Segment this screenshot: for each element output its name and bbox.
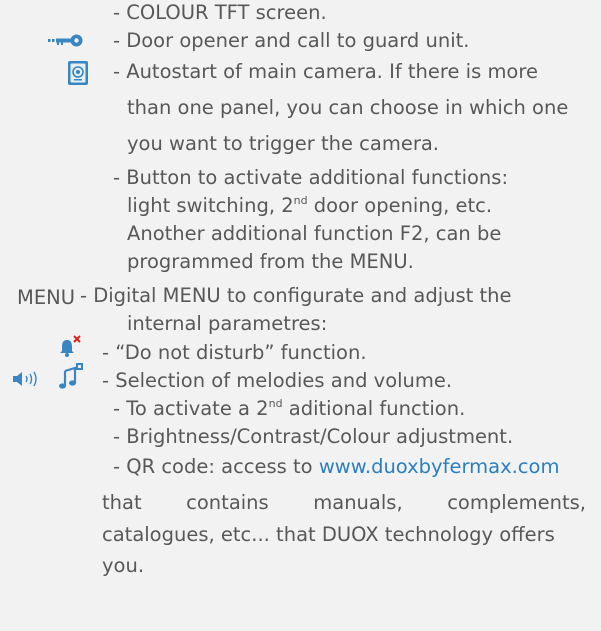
item-qr-line3: catalogues, etc... that DUOX technology … [102, 523, 555, 546]
item-functions-line1: - Button to activate additional function… [113, 166, 509, 189]
bell-mute-icon [60, 335, 81, 357]
item-second-function: - To activate a 2nd aditional function. [113, 396, 466, 420]
item-menu-line2: internal parametres: [127, 312, 328, 335]
item-autostart-line1: - Autostart of main camera. If there is … [113, 60, 538, 83]
item-door-opener: - Door opener and call to guard unit. [113, 29, 470, 52]
item-menu-line1: - Digital MENU to configurate and adjust… [80, 284, 512, 307]
item-melodies: - Selection of melodies and volume. [102, 369, 453, 392]
item-do-not-disturb: - “Do not disturb” function. [102, 341, 367, 364]
item-qr-line2: that contains manuals, complements, [102, 491, 586, 514]
item-qr-line1: - QR code: access to www.duoxbyfermax.co… [113, 455, 560, 478]
item-functions-line2: light switching, 2nd door opening, etc. [127, 193, 493, 217]
menu-label: MENU [17, 286, 76, 309]
item-autostart-line3: you want to trigger the camera. [127, 132, 439, 155]
key-icon [48, 34, 83, 47]
item-qr-line4: you. [102, 554, 145, 577]
item-autostart-line2: than one panel, you can choose in which … [127, 96, 569, 119]
item-functions-line3: Another additional function F2, can be [127, 222, 502, 245]
item-functions-line4: programmed from the MENU. [127, 250, 414, 273]
music-note-icon [59, 363, 83, 389]
speaker-volume-icon [13, 371, 37, 387]
item-tft-screen: - COLOUR TFT screen. [113, 1, 327, 24]
website-link[interactable]: www.duoxbyfermax.com [319, 455, 560, 478]
camera-icon [68, 61, 88, 85]
item-brightness: - Brightness/Contrast/Colour adjustment. [113, 425, 514, 448]
